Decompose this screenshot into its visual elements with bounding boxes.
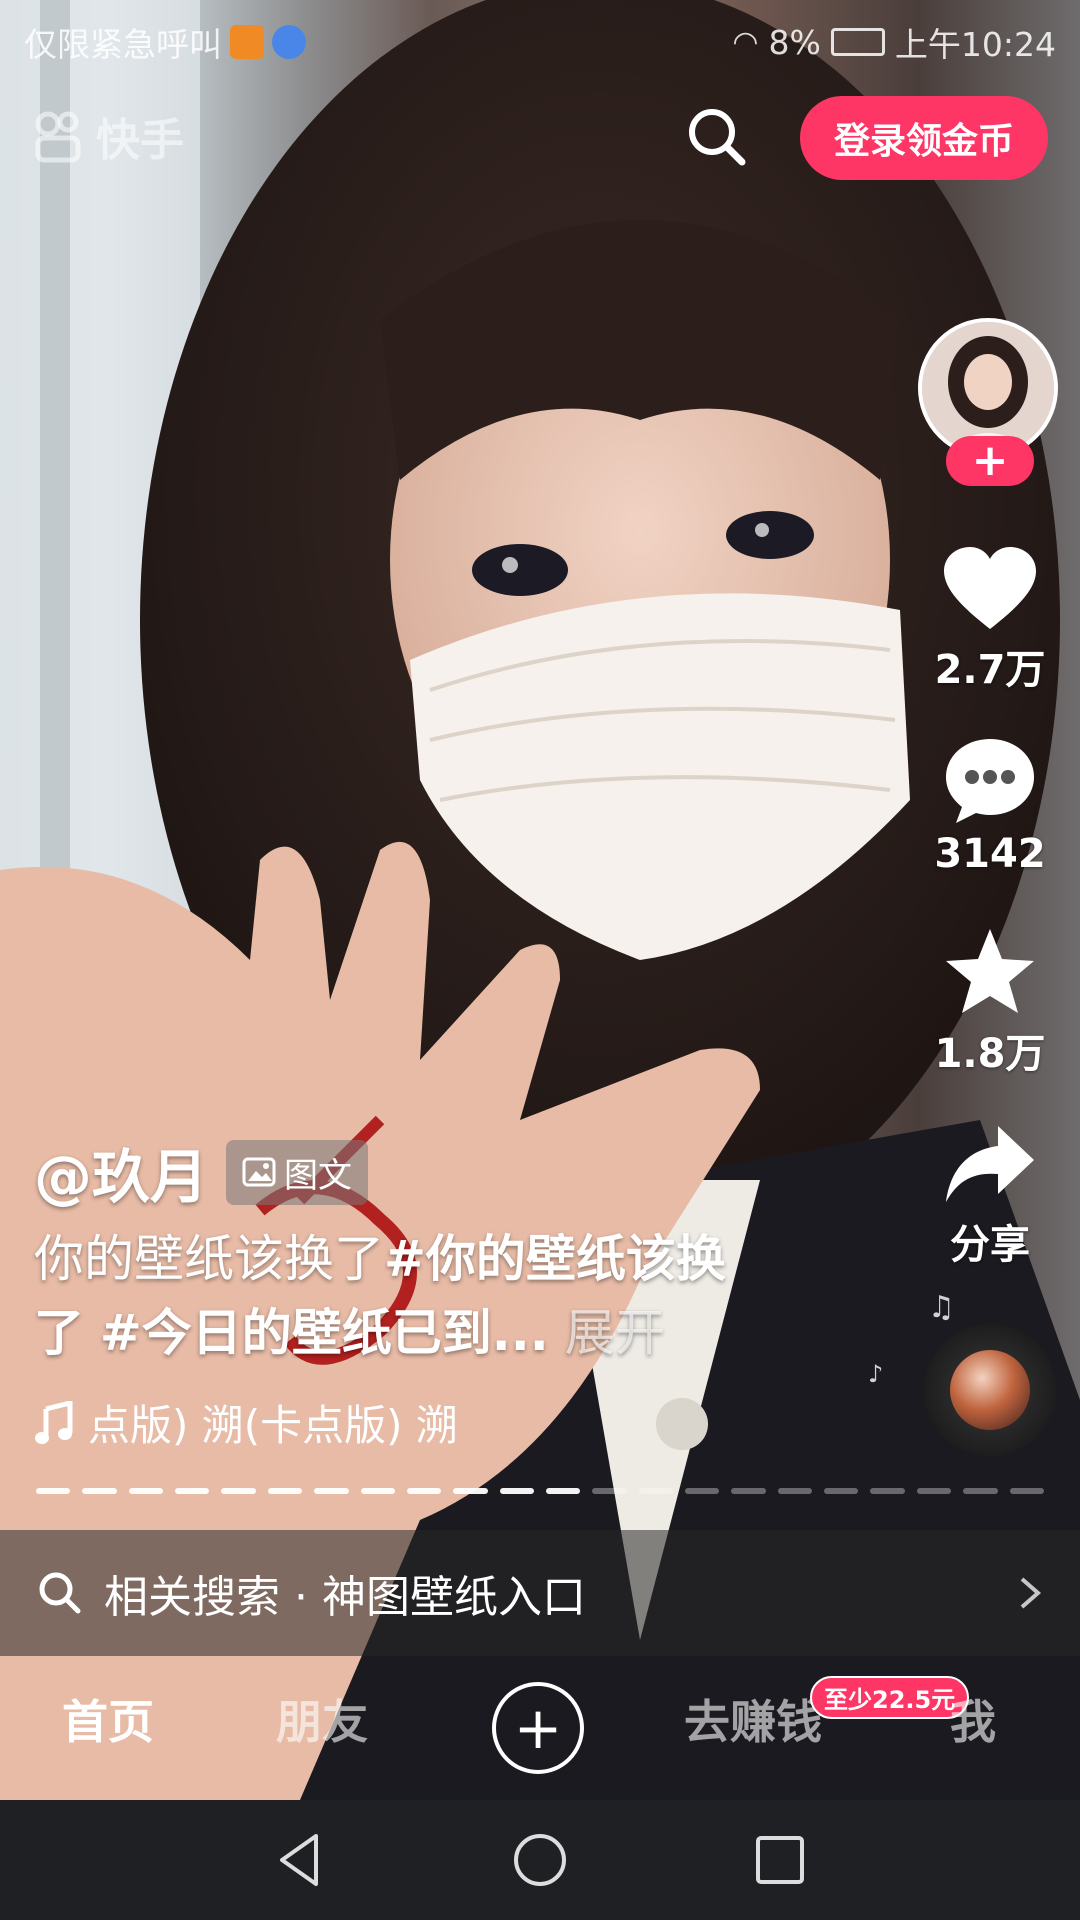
search-icon <box>689 109 746 166</box>
music-marquee[interactable]: 点版) 溯(卡点版) 溯 <box>34 1392 534 1453</box>
progress-segment <box>267 1488 303 1494</box>
progress-segment <box>1009 1488 1044 1494</box>
progress-segment <box>175 1488 210 1494</box>
music-disc[interactable] <box>924 1324 1056 1456</box>
progress-segment <box>731 1488 766 1494</box>
home-circle-icon[interactable] <box>510 1830 570 1890</box>
plus-icon: + <box>971 435 1009 486</box>
tab-earn[interactable]: 去赚钱 <box>684 1686 822 1752</box>
plus-icon: + <box>513 1694 563 1762</box>
download-icon <box>230 25 264 59</box>
progress-segment <box>82 1488 117 1494</box>
star-icon <box>946 929 1034 1013</box>
favorite-count: 1.8万 <box>934 1031 1046 1077</box>
image-progress-indicator <box>36 1488 1044 1494</box>
comment-button[interactable]: 3142 <box>920 735 1060 877</box>
tab-home[interactable]: 首页 <box>62 1686 154 1752</box>
progress-segment <box>592 1488 627 1494</box>
screen: 仅限紧急呼叫 ◠ 8% 上午10:24 快手 登录领金币 + 2.7万 3142… <box>0 0 1080 1920</box>
earn-reward-badge: 至少22.5元 <box>810 1676 970 1719</box>
music-title: 点版) 溯(卡点版) 溯 <box>88 1401 458 1450</box>
expand-link[interactable]: 展开 <box>565 1304 665 1362</box>
image-icon <box>242 1157 276 1187</box>
login-button[interactable]: 登录领金币 <box>800 96 1048 180</box>
progress-segment <box>916 1488 952 1494</box>
logo-text: 快手 <box>96 115 184 166</box>
like-button[interactable]: 2.7万 <box>920 545 1060 695</box>
logo-icon <box>35 111 81 163</box>
post-type-badge: 图文 <box>226 1139 369 1205</box>
progress-segment <box>545 1488 581 1494</box>
caption-text: 你的壁纸该换了 <box>34 1230 384 1288</box>
progress-segment <box>870 1488 905 1494</box>
related-search-bar[interactable]: 相关搜索 · 神图壁纸入口 <box>0 1530 1080 1656</box>
progress-segment <box>963 1488 998 1494</box>
progress-segment <box>314 1488 349 1494</box>
favorite-button[interactable]: 1.8万 <box>920 925 1060 1079</box>
progress-segment <box>406 1488 442 1494</box>
progress-segment <box>499 1488 534 1494</box>
status-bar: 仅限紧急呼叫 ◠ 8% 上午10:24 <box>0 0 1080 76</box>
music-cover <box>950 1350 1030 1430</box>
share-icon <box>946 1126 1034 1202</box>
share-label: 分享 <box>950 1222 1030 1268</box>
post-type-label: 图文 <box>284 1155 353 1196</box>
post-caption[interactable]: 你的壁纸该换了#你的壁纸该换了 #今日的壁纸已到... 展开 <box>34 1222 774 1370</box>
browser-icon <box>272 25 306 59</box>
like-count: 2.7万 <box>934 647 1046 693</box>
comment-count: 3142 <box>934 831 1046 877</box>
chevron-right-icon <box>1020 1577 1042 1609</box>
heart-icon <box>944 547 1036 629</box>
bottom-tab-bar: 首页 朋友 + 去赚钱 至少22.5元 我 <box>0 1656 1080 1800</box>
app-logo: 快手 <box>30 104 184 168</box>
music-note-icon <box>35 1400 73 1444</box>
tab-friends[interactable]: 朋友 <box>276 1686 368 1752</box>
carrier-text: 仅限紧急呼叫 <box>24 25 222 64</box>
author-name[interactable]: @玖月 <box>34 1130 208 1214</box>
author-row: @玖月 图文 <box>34 1130 369 1214</box>
search-icon <box>39 1572 81 1614</box>
related-search-label: 相关搜索 · 神图壁纸入口 <box>104 1572 586 1623</box>
progress-segment <box>685 1488 720 1494</box>
wifi-icon: ◠ <box>732 24 759 60</box>
battery-text: 8% <box>768 22 821 62</box>
search-button[interactable] <box>680 100 752 172</box>
back-icon[interactable] <box>270 1830 330 1890</box>
recents-icon[interactable] <box>750 1830 810 1890</box>
music-note-icon: ♫ <box>928 1290 955 1325</box>
progress-segment <box>221 1488 256 1494</box>
progress-segment <box>128 1488 164 1494</box>
tab-me[interactable]: 我 <box>950 1686 996 1752</box>
clock-text: 上午10:24 <box>894 25 1056 64</box>
battery-icon <box>830 28 885 56</box>
progress-segment <box>777 1488 813 1494</box>
system-nav-bar <box>0 1800 1080 1920</box>
share-button[interactable]: 分享 <box>920 1120 1060 1270</box>
caption-hashtag-2[interactable]: #今日的壁纸已到... <box>100 1304 549 1362</box>
progress-segment <box>36 1488 71 1494</box>
progress-segment <box>453 1488 488 1494</box>
progress-segment <box>360 1488 395 1494</box>
music-note-small-icon: ♪ <box>868 1360 884 1388</box>
comment-icon <box>946 739 1034 823</box>
progress-segment <box>824 1488 859 1494</box>
create-button[interactable]: + <box>492 1682 584 1774</box>
follow-button[interactable]: + <box>946 436 1034 486</box>
progress-segment <box>638 1488 674 1494</box>
